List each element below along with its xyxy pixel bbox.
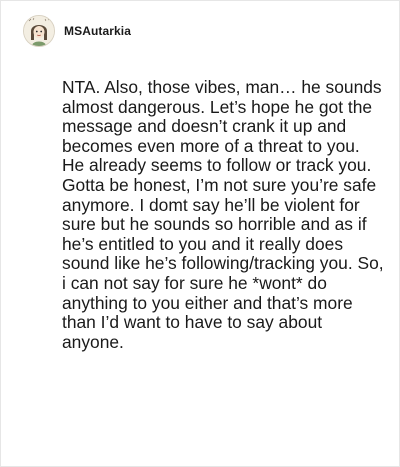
comment-header: MSAutarkia xyxy=(23,15,131,47)
comment-card: MSAutarkia NTA. Also, those vibes, man… … xyxy=(0,0,400,467)
cartoon-avatar-icon xyxy=(24,16,54,46)
author-username[interactable]: MSAutarkia xyxy=(64,24,131,38)
user-avatar[interactable] xyxy=(23,15,55,47)
comment-text: NTA. Also, those vibes, man… he sounds a… xyxy=(62,77,384,352)
